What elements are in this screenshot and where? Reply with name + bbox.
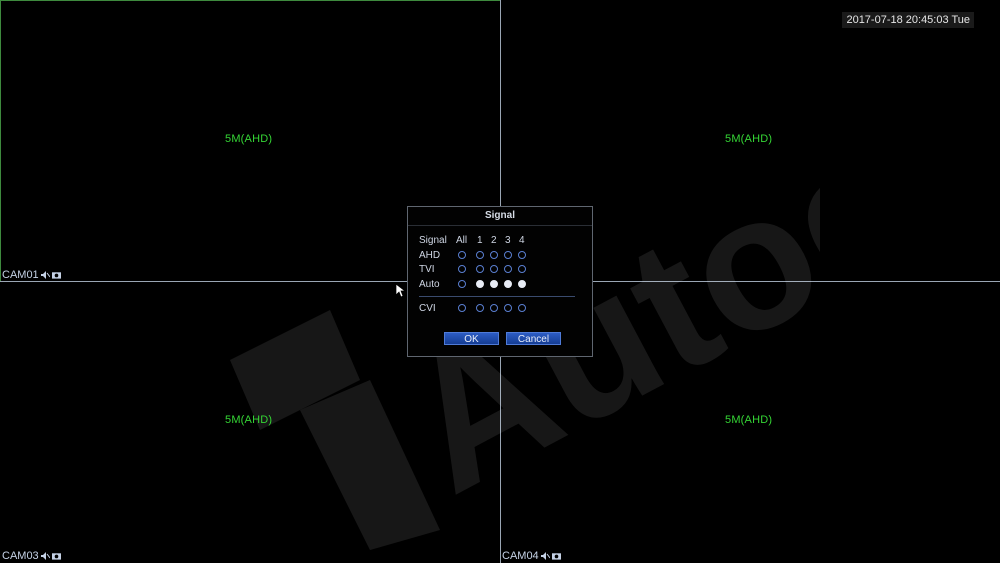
radio-auto-ch2[interactable] bbox=[490, 280, 498, 288]
mouse-cursor-icon bbox=[396, 284, 406, 298]
active-tile-border-top bbox=[0, 0, 500, 1]
radio-ahd-ch1[interactable] bbox=[476, 251, 484, 259]
ok-button[interactable]: OK bbox=[444, 332, 499, 345]
radio-tvi-ch2[interactable] bbox=[490, 265, 498, 273]
radio-cvi-ch4[interactable] bbox=[518, 304, 526, 312]
radio-cvi-ch2[interactable] bbox=[490, 304, 498, 312]
radio-ahd-all[interactable] bbox=[458, 251, 466, 259]
radio-ahd-ch3[interactable] bbox=[504, 251, 512, 259]
signal-dialog: Signal Signal All 1 2 3 4 AHD TVI Auto C… bbox=[407, 206, 593, 357]
radio-ahd-ch2[interactable] bbox=[490, 251, 498, 259]
dialog-separator bbox=[419, 296, 575, 297]
radio-cvi-ch1[interactable] bbox=[476, 304, 484, 312]
channel-3-resolution: 5M(AHD) bbox=[225, 414, 273, 426]
channel-4-label[interactable]: CAM04 bbox=[502, 550, 561, 562]
camera-icon bbox=[51, 271, 61, 279]
camera-icon bbox=[551, 552, 561, 560]
radio-auto-ch1[interactable] bbox=[476, 280, 484, 288]
header-channel-1: 1 bbox=[477, 235, 483, 246]
speaker-muted-icon bbox=[540, 552, 550, 560]
dialog-title: Signal bbox=[484, 210, 515, 221]
header-channel-3: 3 bbox=[505, 235, 511, 246]
row-label-ahd: AHD bbox=[419, 250, 441, 261]
row-label-tvi: TVI bbox=[419, 264, 435, 275]
speaker-muted-icon bbox=[40, 552, 50, 560]
row-label-cvi: CVI bbox=[419, 303, 436, 314]
header-signal: Signal bbox=[419, 235, 447, 246]
radio-ahd-ch4[interactable] bbox=[518, 251, 526, 259]
speaker-muted-icon bbox=[40, 271, 50, 279]
channel-4-name: CAM04 bbox=[502, 550, 539, 562]
radio-tvi-ch4[interactable] bbox=[518, 265, 526, 273]
radio-auto-all[interactable] bbox=[458, 280, 466, 288]
header-channel-4: 4 bbox=[519, 235, 525, 246]
radio-cvi-ch3[interactable] bbox=[504, 304, 512, 312]
radio-cvi-all[interactable] bbox=[458, 304, 466, 312]
channel-1-name: CAM01 bbox=[2, 269, 39, 281]
channel-3-name: CAM03 bbox=[2, 550, 39, 562]
row-label-auto: Auto bbox=[419, 279, 440, 290]
radio-auto-ch3[interactable] bbox=[504, 280, 512, 288]
channel-3-label[interactable]: CAM03 bbox=[2, 550, 61, 562]
radio-tvi-ch3[interactable] bbox=[504, 265, 512, 273]
active-tile-border-left bbox=[0, 0, 1, 281]
datetime-display: 2017-07-18 20:45:03 Tue bbox=[842, 12, 974, 28]
channel-1-label[interactable]: CAM01 bbox=[2, 269, 61, 281]
camera-icon bbox=[51, 552, 61, 560]
channel-2-resolution: 5M(AHD) bbox=[725, 133, 773, 145]
cancel-button[interactable]: Cancel bbox=[506, 332, 561, 345]
header-all: All bbox=[456, 235, 468, 246]
radio-tvi-all[interactable] bbox=[458, 265, 466, 273]
dialog-title-divider bbox=[408, 225, 592, 226]
header-channel-2: 2 bbox=[491, 235, 497, 246]
channel-1-resolution: 5M(AHD) bbox=[225, 133, 273, 145]
radio-tvi-ch1[interactable] bbox=[476, 265, 484, 273]
channel-4-resolution: 5M(AHD) bbox=[725, 414, 773, 426]
radio-auto-ch4[interactable] bbox=[518, 280, 526, 288]
